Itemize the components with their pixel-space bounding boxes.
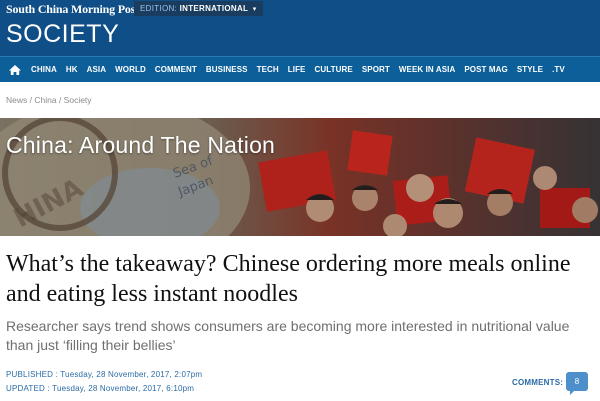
masthead: South China Morning Post EDITION: INTERN… — [0, 0, 600, 56]
edition-value: INTERNATIONAL — [179, 4, 249, 13]
nav-item-tv[interactable]: .TV — [552, 65, 565, 74]
section-title: SOCIETY — [6, 20, 120, 48]
nav-item-life[interactable]: LIFE — [288, 65, 306, 74]
nav-item-china[interactable]: CHINA — [31, 65, 57, 74]
edition-label: EDITION: — [140, 4, 178, 13]
nav-item-week-in-asia[interactable]: WEEK IN ASIA — [399, 65, 455, 74]
nav-item-post-mag[interactable]: POST MAG — [464, 65, 507, 74]
nav-item-business[interactable]: BUSINESS — [206, 65, 248, 74]
breadcrumb-news[interactable]: News — [6, 95, 27, 105]
home-icon[interactable] — [8, 64, 22, 76]
breadcrumb: News / China / Society — [6, 95, 92, 105]
updated-date: UPDATED : Tuesday, 28 November, 2017, 6:… — [6, 384, 195, 393]
section-banner: Sea of Japan HINA China: Around The Nati… — [0, 118, 600, 236]
comments-label[interactable]: COMMENTS: — [512, 378, 563, 387]
nav-item-sport[interactable]: SPORT — [362, 65, 390, 74]
nav-item-world[interactable]: WORLD — [115, 65, 146, 74]
caret-down-icon: ▾ — [252, 6, 257, 13]
nav-item-comment[interactable]: COMMENT — [155, 65, 197, 74]
nav-item-asia[interactable]: ASIA — [87, 65, 107, 74]
nav-item-tech[interactable]: TECH — [257, 65, 279, 74]
breadcrumb-separator: / — [56, 95, 64, 105]
breadcrumb-society[interactable]: Society — [64, 95, 92, 105]
article-headline: What’s the takeaway? Chinese ordering mo… — [6, 251, 571, 307]
brand-logo[interactable]: South China Morning Post — [6, 2, 139, 17]
main-nav: CHINA HK ASIA WORLD COMMENT BUSINESS TEC… — [0, 56, 600, 82]
banner-title: China: Around The Nation — [6, 132, 276, 158]
breadcrumb-china[interactable]: China — [34, 95, 56, 105]
nav-item-hk[interactable]: HK — [66, 65, 78, 74]
published-date: PUBLISHED : Tuesday, 28 November, 2017, … — [6, 370, 203, 379]
edition-selector[interactable]: EDITION: INTERNATIONAL ▾ — [134, 1, 263, 16]
nav-item-style[interactable]: STYLE — [517, 65, 543, 74]
article-subhead: Researcher says trend shows consumers ar… — [6, 318, 570, 353]
nav-item-culture[interactable]: CULTURE — [315, 65, 353, 74]
comment-count-badge[interactable]: 8 — [566, 372, 588, 395]
